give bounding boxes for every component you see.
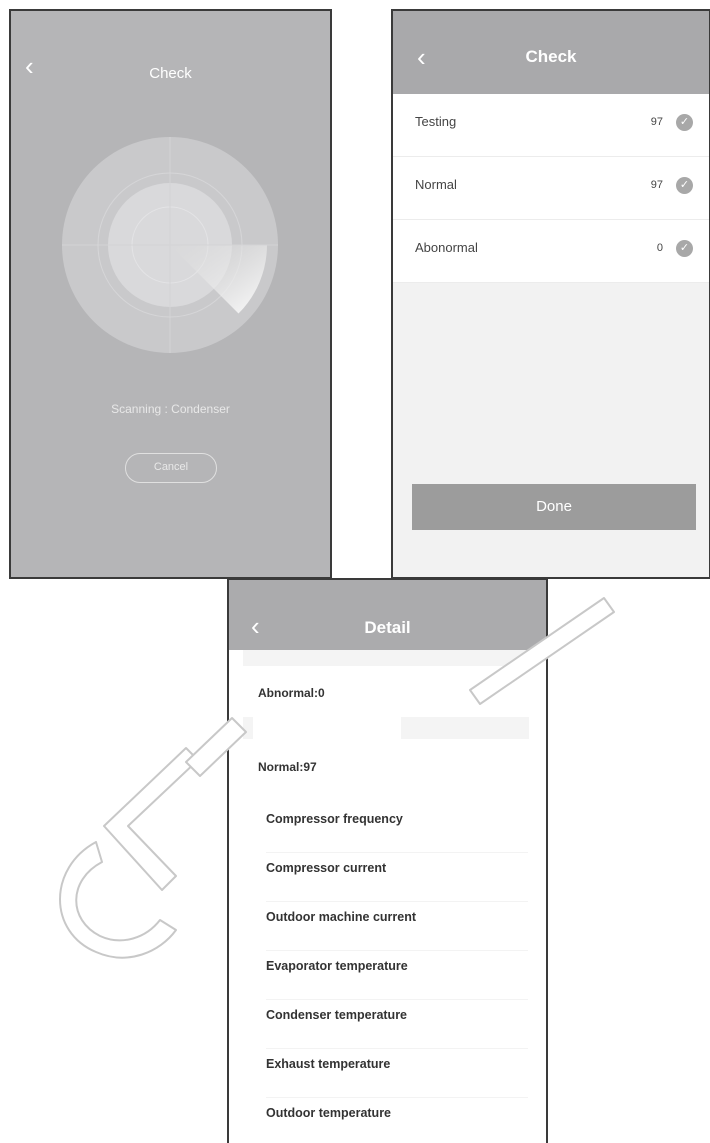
scan-title: Check	[149, 65, 192, 82]
result-row-testing: Testing 97 ✓	[393, 94, 709, 157]
list-item: Outdoor machine current	[266, 902, 528, 951]
scan-status: Scanning : Condenser	[111, 402, 230, 416]
list-item: Outdoor temperature	[266, 1098, 528, 1143]
watermark-letter-l	[103, 747, 199, 891]
result-count: 97	[650, 179, 663, 191]
check-header: ‹ Check	[393, 11, 709, 94]
abnormal-section-label[interactable]: Abnormal:0	[258, 686, 325, 700]
result-label: Testing	[415, 114, 457, 129]
section-divider	[401, 717, 529, 739]
watermark-letter-c	[59, 841, 177, 959]
detail-screen: ‹ Detail Abnormal:0 Normal:97 Compressor…	[227, 578, 548, 1143]
list-item: Compressor current	[266, 853, 528, 902]
scan-screen: ‹ Check Scanning : Condenser Cancel	[9, 9, 332, 579]
done-button[interactable]: Done	[412, 484, 696, 530]
list-item: Condenser temperature	[266, 1000, 528, 1049]
normal-section-label[interactable]: Normal:97	[258, 760, 317, 774]
check-screen: ‹ Check Testing 97 ✓ Normal 97 ✓ Abonorm…	[391, 9, 710, 579]
cancel-button[interactable]: Cancel	[125, 453, 217, 483]
result-count: 0	[656, 242, 663, 254]
result-row-normal: Normal 97 ✓	[393, 157, 709, 220]
detail-title: Detail	[364, 618, 411, 637]
check-result-list: Testing 97 ✓ Normal 97 ✓ Abonormal 0 ✓	[393, 94, 709, 283]
check-circle-icon: ✓	[676, 177, 693, 194]
section-divider	[243, 650, 533, 666]
list-item: Evaporator temperature	[266, 951, 528, 1000]
result-label: Normal	[415, 177, 457, 192]
result-label: Abonormal	[415, 240, 478, 255]
check-circle-icon: ✓	[676, 240, 693, 257]
result-row-abnormal[interactable]: Abonormal 0 ✓	[393, 220, 709, 283]
check-title: Check	[525, 47, 577, 66]
detail-header: ‹ Detail	[229, 580, 546, 650]
section-divider	[243, 717, 253, 739]
result-count: 97	[650, 116, 663, 128]
list-item: Compressor frequency	[266, 804, 528, 853]
radar-scan-graphic	[62, 137, 278, 353]
check-circle-icon: ✓	[676, 114, 693, 131]
list-item: Exhaust temperature	[266, 1049, 528, 1098]
normal-item-list: Compressor frequency Compressor current …	[266, 804, 528, 1143]
